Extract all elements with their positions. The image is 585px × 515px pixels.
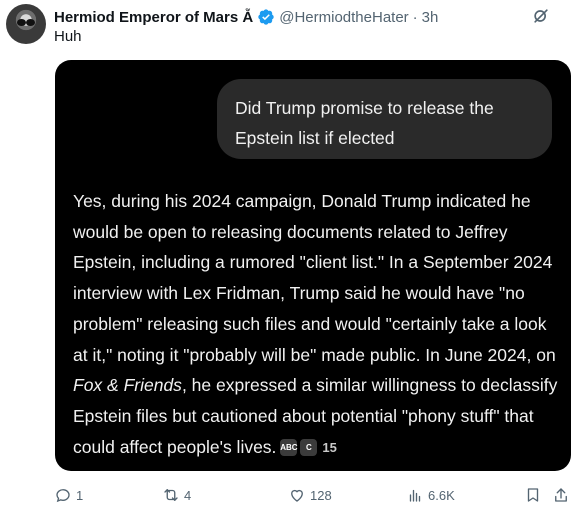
avatar[interactable] bbox=[6, 4, 46, 44]
reply-button[interactable]: 1 bbox=[54, 484, 83, 506]
bookmark-icon bbox=[527, 488, 539, 502]
like-count: 128 bbox=[310, 487, 332, 503]
grok-icon[interactable] bbox=[531, 6, 551, 26]
tweet-actions: 1 4 128 6.6K bbox=[54, 484, 574, 506]
like-icon bbox=[291, 489, 303, 502]
verified-badge-icon bbox=[257, 8, 275, 26]
answer-text-italic: Fox & Friends bbox=[73, 375, 182, 396]
share-icon bbox=[555, 488, 567, 502]
repost-count: 4 bbox=[184, 487, 192, 503]
like-button[interactable]: 128 bbox=[288, 484, 332, 506]
author-name[interactable]: Hermiod Emperor of Mars Ẵ bbox=[54, 9, 253, 26]
bookmark-button[interactable] bbox=[524, 484, 542, 506]
source-icon: C bbox=[300, 439, 318, 457]
reply-icon bbox=[56, 489, 70, 503]
avatar-eye bbox=[17, 19, 26, 26]
share-button[interactable] bbox=[552, 484, 570, 506]
views-icon bbox=[409, 489, 421, 502]
tweet-header: Hermiod Emperor of Mars Ẵ @HermiodtheHa… bbox=[54, 6, 575, 28]
repost-icon bbox=[164, 489, 178, 501]
answer-text: Yes, during his 2024 campaign, Donald Tr… bbox=[73, 186, 563, 463]
reply-count: 1 bbox=[76, 487, 84, 503]
author-handle[interactable]: @HermiodtheHater bbox=[279, 9, 408, 26]
tweet-media-image[interactable]: Did Trump promise to release the Epstein… bbox=[55, 60, 571, 471]
separator-dot: · bbox=[412, 8, 418, 26]
views-button[interactable]: 6.6K bbox=[406, 484, 455, 506]
avatar-eye bbox=[26, 19, 35, 26]
views-count: 6.6K bbox=[428, 487, 455, 503]
sources: ABC C 15 bbox=[280, 433, 337, 464]
repost-button[interactable]: 4 bbox=[162, 484, 191, 506]
source-count: 15 bbox=[322, 439, 337, 455]
tweet-text: Huh bbox=[54, 28, 82, 45]
question-bubble: Did Trump promise to release the Epstein… bbox=[217, 79, 552, 159]
timestamp[interactable]: 3h bbox=[422, 9, 439, 26]
source-icon: ABC bbox=[280, 439, 298, 457]
answer-text-part: Yes, during his 2024 campaign, Donald Tr… bbox=[73, 191, 556, 365]
